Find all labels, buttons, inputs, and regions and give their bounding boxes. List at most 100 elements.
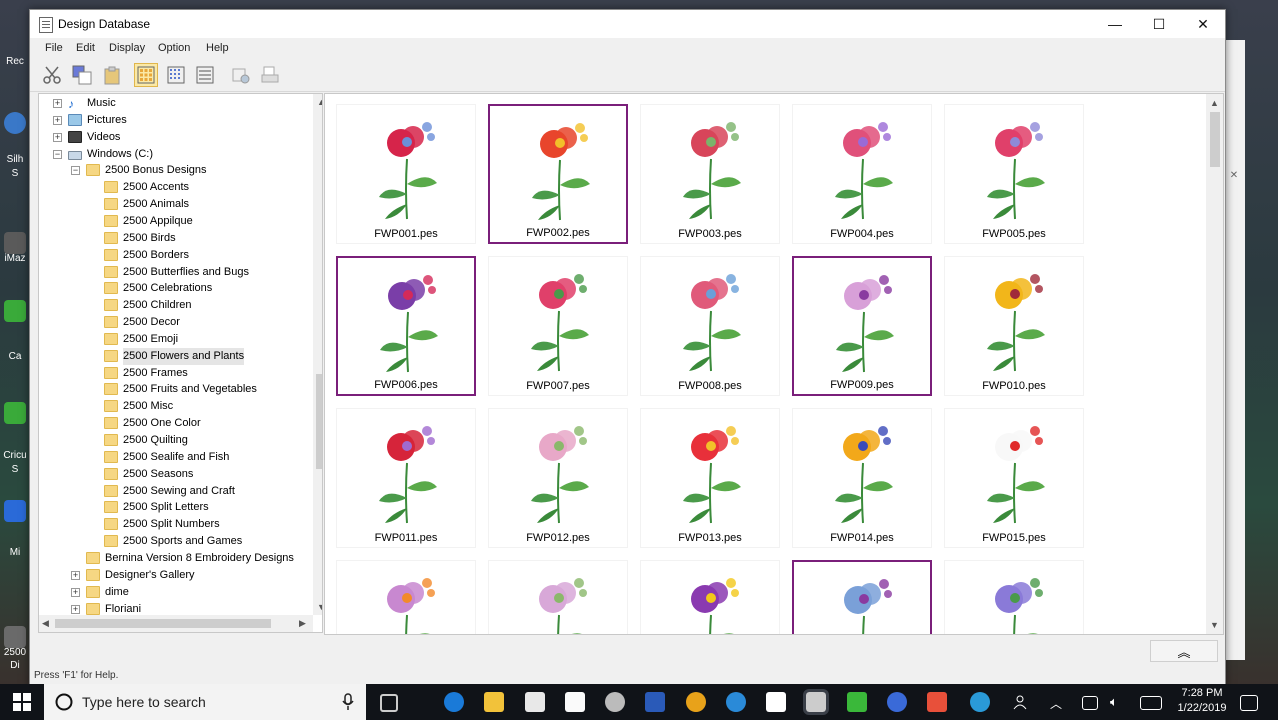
tree-item[interactable]: 2500 Seasons: [39, 466, 309, 483]
chevron-up-icon[interactable]: ︿: [1050, 695, 1070, 715]
keyboard-icon[interactable]: [1140, 696, 1162, 710]
tree-item[interactable]: − Windows (C:): [39, 146, 309, 163]
expand-icon[interactable]: +: [71, 587, 80, 597]
design-thumbnail[interactable]: FWP007.pes: [488, 256, 628, 396]
internet-explorer-icon[interactable]: [726, 692, 746, 712]
grid-scroll-thumb[interactable]: [1210, 112, 1220, 167]
expand-icon[interactable]: +: [53, 99, 62, 108]
design-thumbnail[interactable]: [488, 560, 628, 634]
details-view-icon[interactable]: [193, 63, 217, 87]
home-icon[interactable]: [565, 692, 585, 712]
design-thumbnail[interactable]: FWP012.pes: [488, 408, 628, 548]
tree-item[interactable]: 2500 Flowers and Plants: [39, 347, 309, 365]
menu-edit[interactable]: Edit: [76, 42, 95, 54]
taskbar-search-box[interactable]: Type here to search: [44, 684, 366, 720]
tree-item[interactable]: 2500 Sports and Games: [39, 533, 309, 550]
app-taskbar-icon[interactable]: [927, 692, 947, 712]
menu-option[interactable]: Option: [158, 42, 190, 54]
app-taskbar-icon[interactable]: [887, 692, 907, 712]
store-icon[interactable]: [525, 692, 545, 712]
design-thumbnail[interactable]: FWP015.pes: [944, 408, 1084, 548]
menu-display[interactable]: Display: [109, 42, 145, 54]
tree-item[interactable]: + Videos: [39, 129, 309, 146]
microphone-icon[interactable]: [342, 693, 354, 711]
close-icon[interactable]: ✕: [1224, 170, 1244, 190]
app-icon[interactable]: [645, 692, 665, 712]
tree-item[interactable]: 2500 Appilque: [39, 213, 309, 230]
collapse-icon[interactable]: −: [53, 149, 62, 159]
print-icon[interactable]: [258, 63, 282, 87]
silhouette-desktop-icon[interactable]: [4, 112, 26, 134]
design-thumbnail[interactable]: FWP002.pes: [488, 104, 628, 244]
paste-icon[interactable]: [100, 63, 124, 87]
tree-item[interactable]: + Designer's Gallery: [39, 567, 309, 584]
maximize-button[interactable]: ☐: [1137, 10, 1181, 38]
tree-item[interactable]: 2500 Split Numbers: [39, 516, 309, 533]
design-thumbnail[interactable]: FWP005.pes: [944, 104, 1084, 244]
cricut-desktop-icon[interactable]: [4, 300, 26, 322]
tree-item[interactable]: 2500 Misc: [39, 398, 309, 415]
properties-icon[interactable]: [229, 63, 253, 87]
scroll-down-icon[interactable]: ▼: [1210, 620, 1219, 630]
tree-item[interactable]: 2500 Quilting: [39, 432, 309, 449]
tree-item[interactable]: 2500 Fruits and Vegetables: [39, 381, 309, 398]
design-thumbnail[interactable]: FWP011.pes: [336, 408, 476, 548]
design-thumbnail[interactable]: FWP008.pes: [640, 256, 780, 396]
design-thumbnail[interactable]: FWP014.pes: [792, 408, 932, 548]
tree-item[interactable]: 2500 One Color: [39, 415, 309, 432]
settings-gear-icon[interactable]: [605, 692, 625, 712]
edge-icon[interactable]: [444, 692, 464, 712]
tree-item[interactable]: 2500 Sewing and Craft: [39, 483, 309, 500]
scroll-up-icon[interactable]: ▲: [317, 97, 322, 107]
design-thumbnail[interactable]: [792, 560, 932, 634]
design-database-taskbar-icon[interactable]: [803, 689, 829, 715]
clock[interactable]: 7:28 PM 1/22/2019: [1172, 686, 1232, 716]
task-view-icon[interactable]: [380, 694, 398, 712]
close-button[interactable]: ✕: [1181, 10, 1225, 38]
design-thumbnail[interactable]: FWP006.pes: [336, 256, 476, 396]
collapse-icon[interactable]: −: [71, 166, 80, 176]
tree-item[interactable]: 2500 Celebrations: [39, 280, 309, 297]
tree-item[interactable]: 2500 Emoji: [39, 331, 309, 348]
tree-scroll-thumb[interactable]: [316, 374, 322, 469]
design-thumbnail[interactable]: [336, 560, 476, 634]
expand-icon[interactable]: +: [71, 570, 80, 580]
scroll-left-icon[interactable]: ◀: [42, 618, 49, 629]
title-bar[interactable]: Design Database — ☐ ✕: [30, 10, 1225, 38]
tree-item[interactable]: 2500 Decor: [39, 314, 309, 331]
cricut-design-desktop-icon[interactable]: [4, 402, 26, 424]
chrome-icon[interactable]: [686, 692, 706, 712]
design-thumbnail[interactable]: FWP003.pes: [640, 104, 780, 244]
tree-item[interactable]: + ♪ Music: [39, 95, 309, 112]
expand-icon[interactable]: +: [53, 132, 62, 142]
start-button[interactable]: [0, 684, 44, 720]
design-thumbnail[interactable]: FWP001.pes: [336, 104, 476, 244]
device-icon[interactable]: [1082, 696, 1098, 710]
app-desktop-icon[interactable]: [4, 500, 26, 522]
design-thumbnail[interactable]: FWP004.pes: [792, 104, 932, 244]
tree-item[interactable]: Bernina Version 8 Embroidery Designs: [39, 550, 309, 567]
scroll-up-icon[interactable]: ▲: [1210, 98, 1219, 108]
design-thumbnail[interactable]: FWP010.pes: [944, 256, 1084, 396]
mail-icon[interactable]: [766, 692, 786, 712]
tree-item[interactable]: 2500 Children: [39, 297, 309, 314]
file-explorer-icon[interactable]: [484, 692, 504, 712]
design-thumbnail[interactable]: [640, 560, 780, 634]
tree-item[interactable]: 2500 Animals: [39, 196, 309, 213]
large-icons-view-icon[interactable]: [134, 63, 158, 87]
copy-icon[interactable]: [70, 63, 94, 87]
tree-hscroll-thumb[interactable]: [55, 619, 271, 628]
grid-vertical-scrollbar[interactable]: ▲ ▼: [1206, 94, 1223, 634]
tree-item[interactable]: 2500 Borders: [39, 247, 309, 264]
design-thumbnail[interactable]: FWP009.pes: [792, 256, 932, 396]
expand-icon[interactable]: +: [53, 115, 62, 125]
tree-item[interactable]: 2500 Split Letters: [39, 499, 309, 516]
menu-help[interactable]: Help: [206, 42, 229, 54]
imazing-desktop-icon[interactable]: [4, 232, 26, 254]
tree-item[interactable]: 2500 Frames: [39, 365, 309, 382]
tree-horizontal-scrollbar[interactable]: ◀ ▶: [39, 615, 313, 632]
cut-icon[interactable]: [40, 63, 64, 87]
scroll-down-icon[interactable]: ▼: [317, 602, 322, 612]
menu-file[interactable]: File: [45, 42, 63, 54]
help-icon[interactable]: [970, 692, 990, 712]
